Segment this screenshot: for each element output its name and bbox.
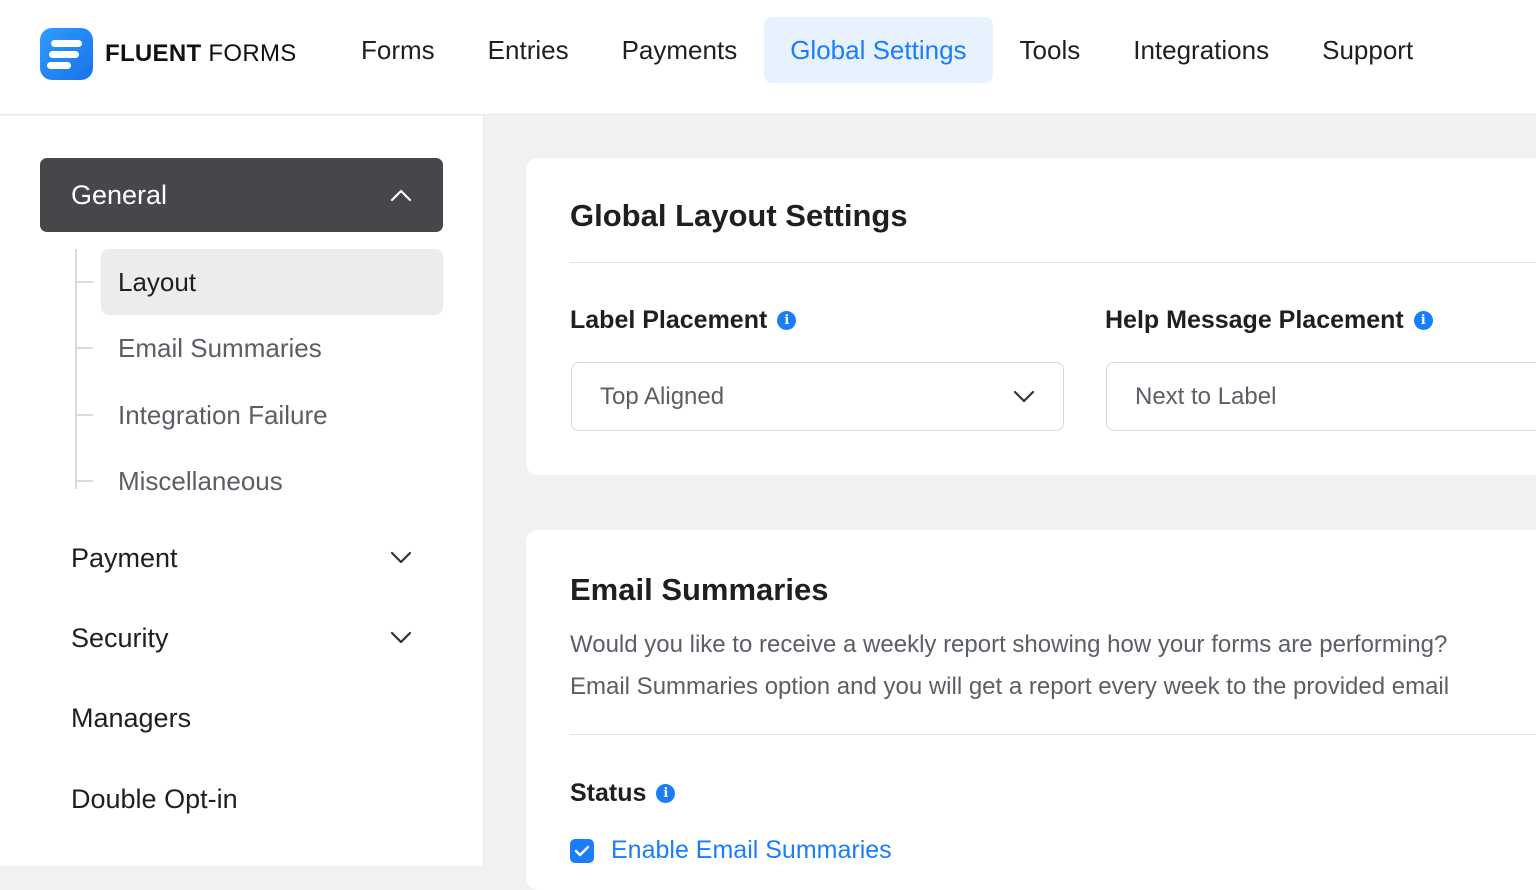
- checkbox-checked-icon[interactable]: [570, 838, 594, 863]
- brand-logo[interactable]: FLUENT FORMS: [40, 28, 297, 80]
- sidebar-group-label: Payment: [71, 542, 178, 573]
- sidebar-item-miscellaneous[interactable]: Miscellaneous: [77, 448, 443, 514]
- nav-integrations[interactable]: Integrations: [1107, 17, 1295, 83]
- enable-email-summaries-checkbox-row[interactable]: Enable Email Summaries: [570, 836, 892, 865]
- top-bar: FLUENT FORMS Forms Entries Payments Glob…: [0, 0, 1536, 115]
- sidebar-item-double-opt-in[interactable]: Double Opt-in: [40, 762, 443, 836]
- help-message-placement-label: Help Message Placement i: [1105, 306, 1433, 335]
- help-message-placement-select[interactable]: Next to Label: [1106, 362, 1536, 431]
- chevron-down-icon: [1013, 386, 1035, 408]
- sidebar-group-payment[interactable]: Payment: [40, 521, 443, 595]
- card-title: Email Summaries: [570, 572, 829, 607]
- nav-forms[interactable]: Forms: [335, 17, 461, 83]
- sidebar-group-label: Double Opt-in: [71, 783, 238, 814]
- sidebar-item-integration-failure[interactable]: Integration Failure: [77, 382, 443, 448]
- label-placement-select[interactable]: Top Aligned: [571, 362, 1064, 431]
- nav-global-settings[interactable]: Global Settings: [764, 17, 993, 83]
- sidebar-group-label: General: [71, 179, 168, 210]
- divider: [570, 734, 1536, 735]
- main-nav: Forms Entries Payments Global Settings T…: [335, 17, 1440, 83]
- nav-tools[interactable]: Tools: [994, 17, 1107, 83]
- info-icon[interactable]: i: [777, 311, 797, 330]
- info-icon[interactable]: i: [656, 784, 676, 803]
- fluent-forms-logo-icon: [40, 28, 93, 80]
- nav-payments[interactable]: Payments: [596, 17, 764, 83]
- sidebar-group-label: Security: [71, 622, 169, 653]
- sidebar-group-label: Managers: [71, 702, 192, 733]
- sidebar-group-security[interactable]: Security: [40, 601, 443, 675]
- settings-sidebar: General Layout Email Summaries Integrati…: [0, 116, 484, 866]
- sidebar-item-layout[interactable]: Layout: [77, 249, 443, 315]
- nav-entries[interactable]: Entries: [462, 17, 595, 83]
- checkbox-label: Enable Email Summaries: [611, 836, 892, 864]
- email-summaries-description: Would you like to receive a weekly repor…: [570, 631, 1450, 700]
- label-placement-label: Label Placement i: [570, 306, 797, 335]
- select-value: Top Aligned: [600, 382, 725, 410]
- divider: [570, 262, 1536, 263]
- nav-support[interactable]: Support: [1296, 17, 1439, 83]
- chevron-up-icon: [390, 184, 412, 206]
- brand-name: FLUENT FORMS: [105, 40, 297, 67]
- email-summaries-card: Email Summaries Would you like to receiv…: [526, 530, 1536, 890]
- sidebar-item-managers[interactable]: Managers: [40, 681, 443, 755]
- status-label: Status i: [570, 779, 676, 808]
- sidebar-group-general[interactable]: General: [40, 158, 443, 232]
- chevron-down-icon: [390, 627, 412, 649]
- global-layout-settings-card: Global Layout Settings Label Placement i…: [526, 158, 1536, 475]
- info-icon[interactable]: i: [1413, 311, 1433, 330]
- select-value: Next to Label: [1135, 382, 1277, 410]
- sidebar-item-email-summaries[interactable]: Email Summaries: [77, 315, 443, 381]
- chevron-down-icon: [390, 547, 412, 569]
- card-title: Global Layout Settings: [570, 198, 908, 233]
- submenu-tree-line: [75, 249, 77, 489]
